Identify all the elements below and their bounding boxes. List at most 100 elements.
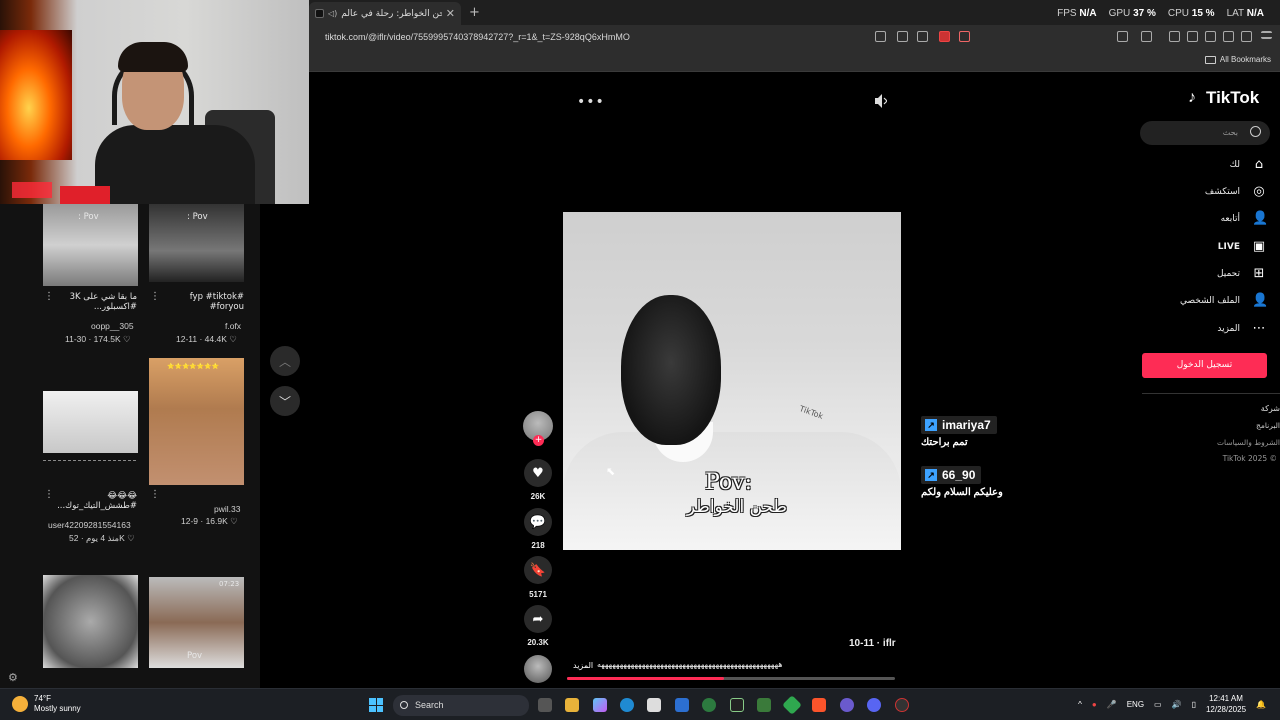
rewards-icon[interactable] (959, 31, 970, 42)
windows-taskbar: 74°F Mostly sunny Search ^ ● 🎤 ENG ▭ 🔊 ▯ … (0, 688, 1280, 720)
description-more-link[interactable]: المزيد (573, 661, 593, 670)
more-options-icon[interactable]: ⋮ (44, 291, 54, 302)
video-thumbnail[interactable] (43, 575, 138, 668)
volume-icon[interactable] (875, 94, 887, 108)
share-icon[interactable] (917, 31, 928, 42)
footer-link[interactable]: شركة (1261, 404, 1280, 413)
app-icon[interactable] (757, 698, 771, 712)
share-button[interactable]: ➦ (524, 605, 552, 633)
video-user[interactable]: f.ofx (225, 321, 241, 331)
app-icon[interactable] (702, 698, 716, 712)
stat-value: 15 % (1191, 8, 1215, 19)
file-explorer-icon[interactable] (565, 698, 579, 712)
notification-icon[interactable]: 🔔 (1256, 700, 1266, 709)
wallet-icon[interactable] (1205, 31, 1216, 42)
network-icon[interactable]: ▭ (1154, 700, 1162, 709)
browser-tab[interactable]: ◁) طحن الخواطر: رحلة في عالم ✕ (309, 2, 461, 25)
weather-sun-icon (12, 696, 28, 712)
tiktok-logo[interactable]: ♪ TikTok (1188, 88, 1259, 108)
following-icon: 👤 (1252, 211, 1269, 226)
music-disc-avatar[interactable] (524, 655, 552, 683)
nav-following[interactable]: أتابعه 👤 (1150, 211, 1269, 226)
microphone-icon[interactable]: 🎤 (1107, 700, 1117, 709)
chevron-up-icon[interactable]: ^ (1078, 700, 1082, 709)
brave-icon[interactable] (812, 698, 826, 712)
nav-upload[interactable]: تحميل ⊞ (1150, 267, 1266, 281)
language-indicator[interactable]: ENG (1127, 700, 1144, 709)
video-watermark: TikTok (798, 404, 825, 421)
taskbar-search[interactable]: Search (393, 695, 529, 716)
video-thumbnail[interactable]: ⭐⭐⭐⭐⭐⭐⭐ (149, 358, 244, 485)
thumb-overlay: Pov : (78, 212, 99, 222)
video-progress-bar[interactable] (567, 677, 895, 680)
app-icon[interactable] (730, 698, 744, 712)
vpn-icon[interactable] (1241, 31, 1252, 42)
video-likes: 44.4K (204, 334, 227, 344)
tray-app-icon[interactable]: ● (1092, 700, 1097, 709)
cast-icon[interactable] (897, 31, 908, 42)
app-icon[interactable] (895, 698, 909, 712)
extensions-icon[interactable] (1117, 31, 1128, 42)
comment-button[interactable]: 💬 (524, 508, 552, 536)
link-icon[interactable] (1141, 31, 1152, 42)
video-thumbnail[interactable]: Pov : (149, 204, 244, 282)
search-icon[interactable] (1250, 126, 1261, 137)
nav-more[interactable]: المزيد ⋯ (1150, 322, 1266, 336)
mail-icon[interactable] (675, 698, 689, 712)
follow-plus-icon[interactable]: + (533, 435, 544, 446)
brave-shield-icon[interactable] (939, 31, 950, 42)
video-thumbnail[interactable] (43, 391, 138, 453)
download-icon[interactable] (1223, 31, 1234, 42)
previous-video-button[interactable]: ︿ (270, 346, 300, 376)
thumb-overlay: Pov (187, 651, 203, 661)
video-author-date[interactable]: 10-11 · iflr (849, 638, 896, 649)
audio-icon[interactable]: ◁) (328, 9, 337, 18)
video-user[interactable]: oopp__305 (91, 321, 134, 331)
sidebar-icon[interactable] (1187, 31, 1198, 42)
video-caption: fyp #tiktok# #foryou (189, 292, 244, 312)
video-more-icon[interactable]: ••• (577, 94, 605, 110)
edge-icon[interactable] (620, 698, 634, 712)
nav-profile[interactable]: الملف الشخصي 👤 (1150, 294, 1268, 308)
stat-label: GPU (1108, 8, 1131, 19)
login-button[interactable]: تسجيل الدخول (1142, 353, 1267, 378)
app-icon[interactable] (782, 695, 802, 715)
address-bar-row: tiktok.com/@iflr/video/75599957403789427… (309, 25, 1280, 50)
footer-link[interactable]: الشروط والسياسات (1217, 438, 1280, 447)
clock[interactable]: 12:41 AM 12/28/2025 (1206, 693, 1246, 715)
video-thumbnail[interactable]: Pov : (43, 204, 138, 286)
video-date: 11-30 (65, 334, 87, 344)
close-tab-icon[interactable]: ✕ (446, 7, 455, 20)
start-button[interactable] (369, 698, 383, 712)
obs-icon[interactable] (840, 698, 854, 712)
settings-gear-icon[interactable]: ⚙ (8, 671, 18, 684)
video-thumbnail[interactable]: 07:23 Pov (149, 577, 244, 668)
save-button[interactable]: 🔖 (524, 556, 552, 584)
battery-icon[interactable]: ▯ (1192, 700, 1196, 709)
copilot-icon[interactable] (593, 698, 607, 712)
weather-widget[interactable]: 74°F Mostly sunny (12, 694, 81, 714)
nav-explore[interactable]: استكشف ◎ (1150, 185, 1266, 199)
task-view-icon[interactable] (538, 698, 552, 712)
thumb-overlay: ⭐⭐⭐⭐⭐⭐⭐ (167, 363, 220, 370)
video-user[interactable]: user42209281554163 (48, 520, 131, 530)
reader-icon[interactable] (875, 31, 886, 42)
new-tab-icon[interactable]: + (469, 5, 480, 20)
search-icon (400, 701, 408, 709)
video-caption: ما بقا شي على 3K #اكسبلور... (69, 292, 137, 312)
all-bookmarks[interactable]: All Bookmarks (1204, 55, 1271, 64)
volume-icon[interactable]: 🔊 (1172, 700, 1182, 709)
menu-icon[interactable] (1261, 31, 1272, 39)
like-button[interactable]: ♥ (524, 459, 552, 487)
footer-link[interactable]: البرنامج (1256, 421, 1280, 430)
video-user[interactable]: pwil.33 (214, 504, 240, 514)
store-icon[interactable] (647, 698, 661, 712)
nav-for-you[interactable]: لك ⌂ (1150, 158, 1266, 172)
next-video-button[interactable]: ﹀ (270, 386, 300, 416)
video-player[interactable]: TikTok Pov: طحن الخواطر (563, 212, 901, 550)
more-options-icon[interactable]: ⋮ (150, 489, 160, 500)
nav-live[interactable]: LIVE ▣ (1150, 240, 1266, 254)
music-icon[interactable] (1169, 31, 1180, 42)
discord-icon[interactable] (867, 698, 881, 712)
screen: ◁) طحن الخواطر: رحلة في عالم ✕ + FPS N/A… (0, 0, 1280, 720)
